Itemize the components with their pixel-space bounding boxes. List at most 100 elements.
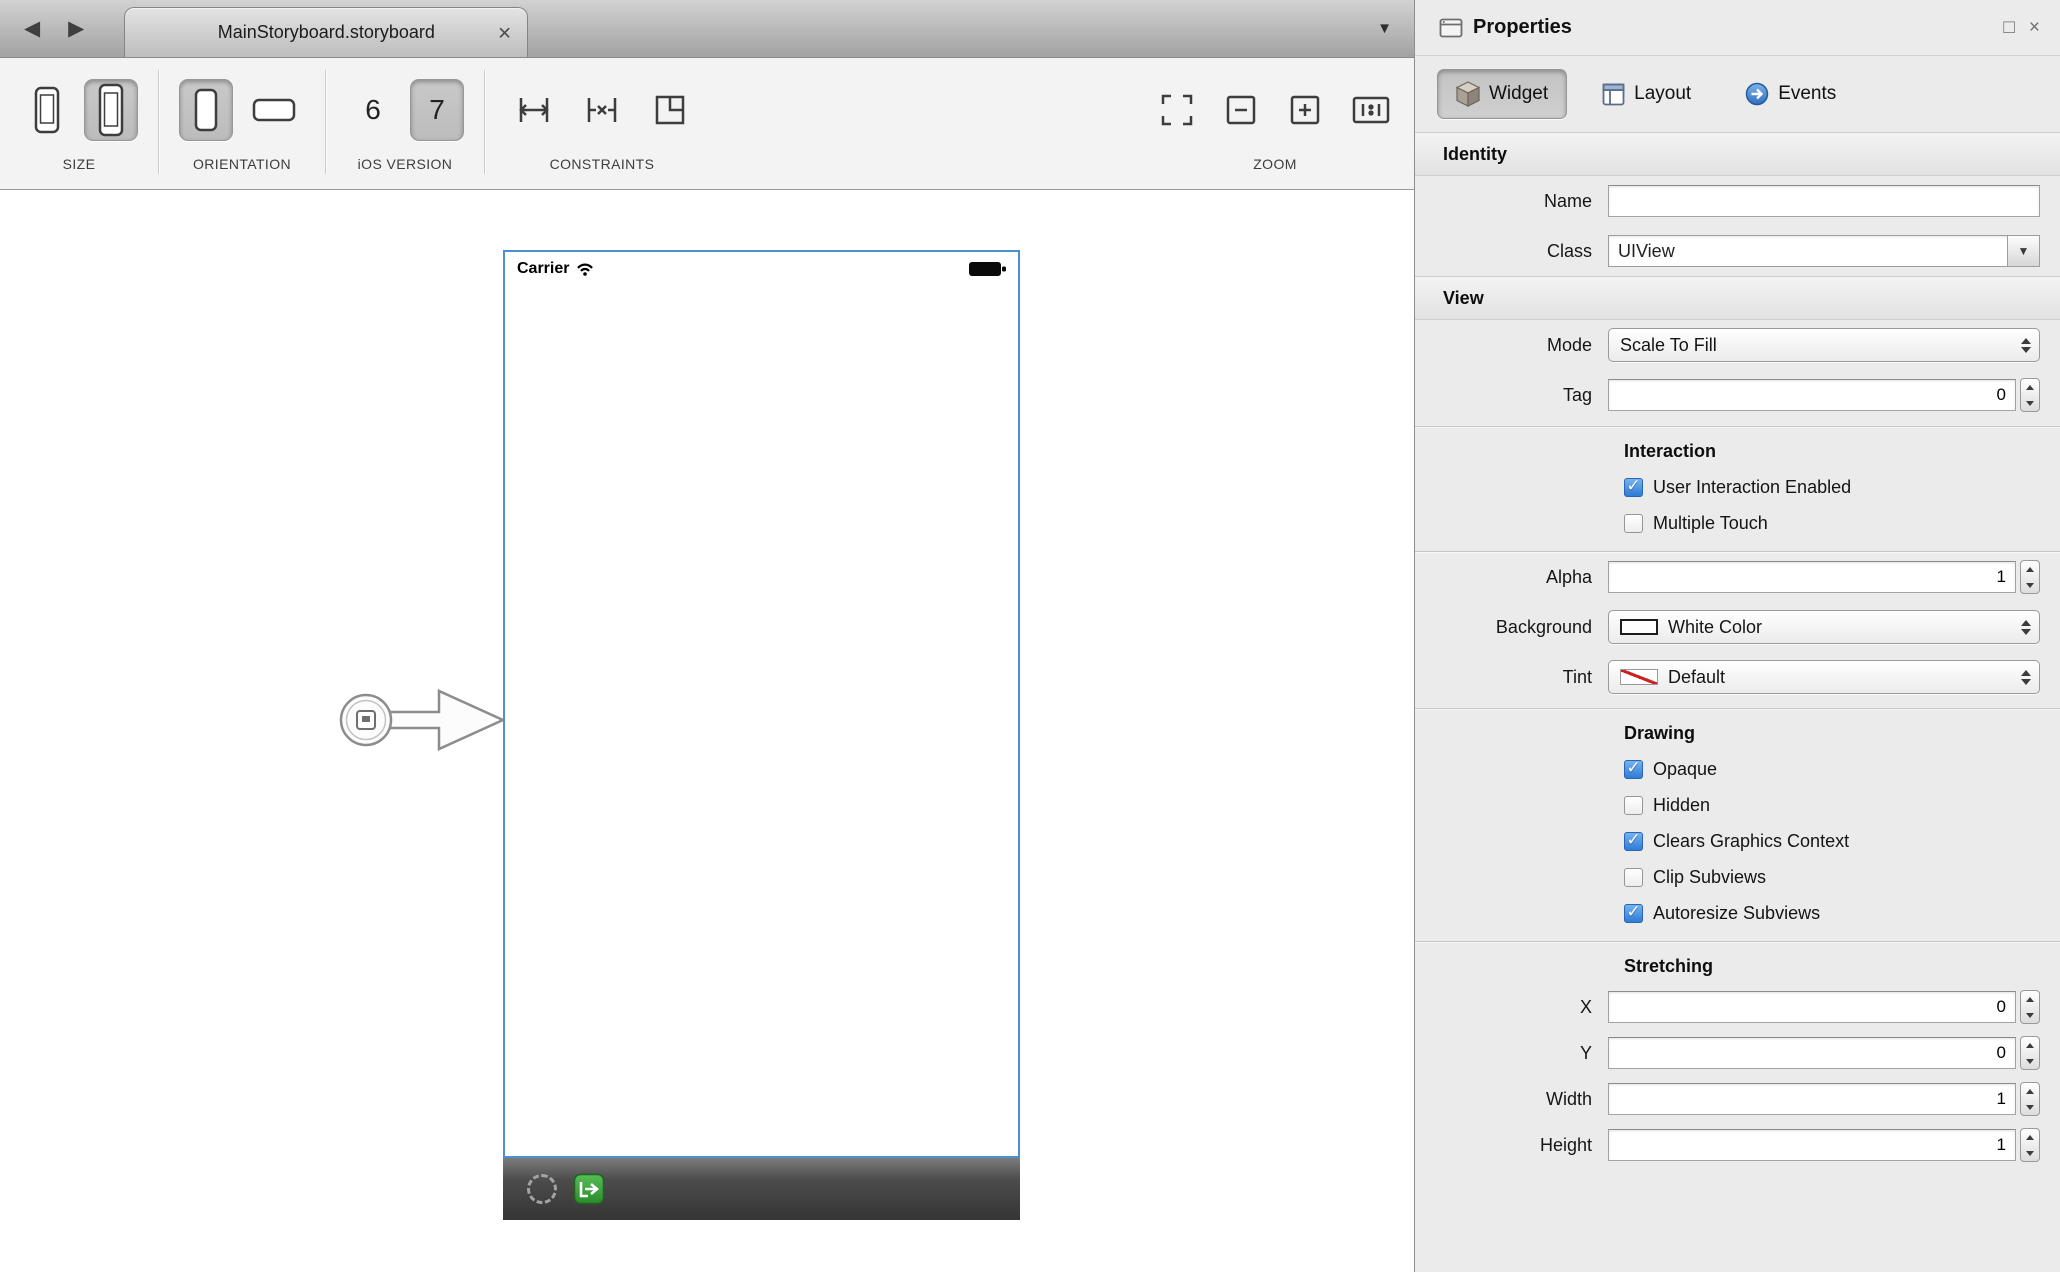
zoom-label: ZOOM [1253,156,1297,172]
properties-panel: Properties □ × Widget Layout Events Iden… [1414,0,2060,1272]
zoom-actual-size-button[interactable] [1342,79,1400,141]
tabs-menu-icon[interactable]: ▼ [1377,20,1392,37]
zoom-in-button[interactable] [1278,79,1332,141]
zoom-in-icon [1285,90,1325,130]
ios-version-group: 6 7 iOS VERSION [346,66,464,172]
layout-icon [1602,83,1625,106]
storyboard-canvas[interactable]: Carrier [0,190,1414,1272]
alpha-stepper[interactable] [2020,560,2040,594]
view-controller-scene[interactable]: Carrier [503,250,1020,1220]
exit-segue-icon[interactable] [573,1173,605,1205]
orientation-portrait-button[interactable] [179,79,233,141]
white-color-swatch [1620,619,1658,635]
initial-view-controller-arrow[interactable] [335,678,510,762]
multiple-touch-row: Multiple Touch [1415,505,2060,541]
clears-graphics-context-row: Clears Graphics Context [1415,823,2060,859]
drawing-group-title: Drawing [1415,709,2060,751]
size-3-5-inch-button[interactable] [20,79,74,141]
tint-popup[interactable]: Default [1608,660,2040,694]
mode-popup[interactable]: Scale To Fill [1608,328,2040,362]
popup-arrows-icon [2021,620,2031,635]
tint-label: Tint [1415,667,1608,688]
clears-graphics-context-checkbox[interactable] [1624,832,1643,851]
forward-button[interactable]: ▶ [54,16,98,41]
y-stepper[interactable] [2020,1036,2040,1070]
constraint-pin-width-button[interactable] [505,79,563,141]
width-input[interactable] [1608,1083,2016,1115]
class-row: Class UIView ▼ [1415,226,2060,276]
mode-label: Mode [1415,335,1608,356]
tab-title: MainStoryboard.storyboard [218,22,435,43]
events-icon [1745,82,1769,106]
class-dropdown-icon[interactable]: ▼ [2007,236,2039,266]
zoom-fit-button[interactable] [1150,79,1204,141]
opaque-row: Opaque [1415,751,2060,787]
size-label: SIZE [63,156,96,172]
orientation-label: ORIENTATION [193,156,291,172]
size-4-inch-button[interactable] [84,79,138,141]
user-interaction-enabled-row: User Interaction Enabled [1415,469,2060,505]
tab-close-icon[interactable]: × [498,21,511,44]
opaque-checkbox[interactable] [1624,760,1643,779]
float-panel-icon[interactable]: □ [2003,18,2014,37]
tint-row: Tint Default [1415,652,2060,702]
multiple-touch-checkbox[interactable] [1624,514,1643,533]
popup-arrows-icon [2021,338,2031,353]
uiview-canvas[interactable]: Carrier [503,250,1020,1158]
constraints-label: CONSTRAINTS [550,156,655,172]
mode-row: Mode Scale To Fill [1415,320,2060,370]
zoom-out-icon [1221,90,1261,130]
tab-widget[interactable]: Widget [1437,69,1567,119]
carrier-label: Carrier [517,260,569,278]
constraint-spacing-button[interactable] [573,79,631,141]
orientation-landscape-button[interactable] [243,79,305,141]
back-button[interactable]: ◀ [10,16,54,41]
editor-area: ◀ ▶ MainStoryboard.storyboard × ▼ SIZE [0,0,1414,1272]
tab-layout[interactable]: Layout [1583,69,1710,119]
tag-input[interactable] [1608,379,2016,411]
landscape-phone-icon [250,96,298,124]
pin-spacing-icon [580,88,624,132]
height-label: Height [1415,1135,1608,1156]
name-row: Name [1415,176,2060,226]
tab-mainstoryboard[interactable]: MainStoryboard.storyboard × [124,7,528,57]
y-input[interactable] [1608,1037,2016,1069]
clip-subviews-checkbox[interactable] [1624,868,1643,887]
height-input[interactable] [1608,1129,2016,1161]
alpha-input[interactable] [1608,561,2016,593]
constraint-resize-button[interactable] [641,79,699,141]
user-interaction-enabled-checkbox[interactable] [1624,478,1643,497]
width-stepper[interactable] [2020,1082,2040,1116]
height-stepper[interactable] [2020,1128,2040,1162]
status-bar: Carrier [517,260,1008,278]
class-combo[interactable]: UIView ▼ [1608,235,2040,267]
zoom-out-button[interactable] [1214,79,1268,141]
toolbar-separator [158,70,159,174]
first-responder-icon[interactable] [527,1174,557,1204]
close-panel-icon[interactable]: × [2029,18,2040,37]
stretch-x-row: X [1415,984,2060,1030]
class-label: Class [1415,241,1608,262]
constraints-group: CONSTRAINTS [505,66,699,172]
wifi-icon [575,261,595,277]
identity-section-header: Identity [1415,132,2060,176]
app-window: ◀ ▶ MainStoryboard.storyboard × ▼ SIZE [0,0,2060,1272]
x-stepper[interactable] [2020,990,2040,1024]
x-input[interactable] [1608,991,2016,1023]
hidden-checkbox[interactable] [1624,796,1643,815]
tag-label: Tag [1415,385,1608,406]
ios-version-label: iOS VERSION [358,156,453,172]
interaction-group-title: Interaction [1415,427,2060,469]
background-popup[interactable]: White Color [1608,610,2040,644]
size-group: SIZE [20,66,138,172]
autoresize-subviews-checkbox[interactable] [1624,904,1643,923]
tag-stepper[interactable] [2020,378,2040,412]
actual-size-icon [1349,90,1393,130]
popup-arrows-icon [2021,670,2031,685]
tab-events[interactable]: Events [1726,69,1855,119]
phone-3-5-inch-icon [32,85,62,135]
ios7-button[interactable]: 7 [410,79,464,141]
name-input[interactable] [1608,185,2040,217]
name-label: Name [1415,191,1608,212]
ios6-button[interactable]: 6 [346,79,400,141]
